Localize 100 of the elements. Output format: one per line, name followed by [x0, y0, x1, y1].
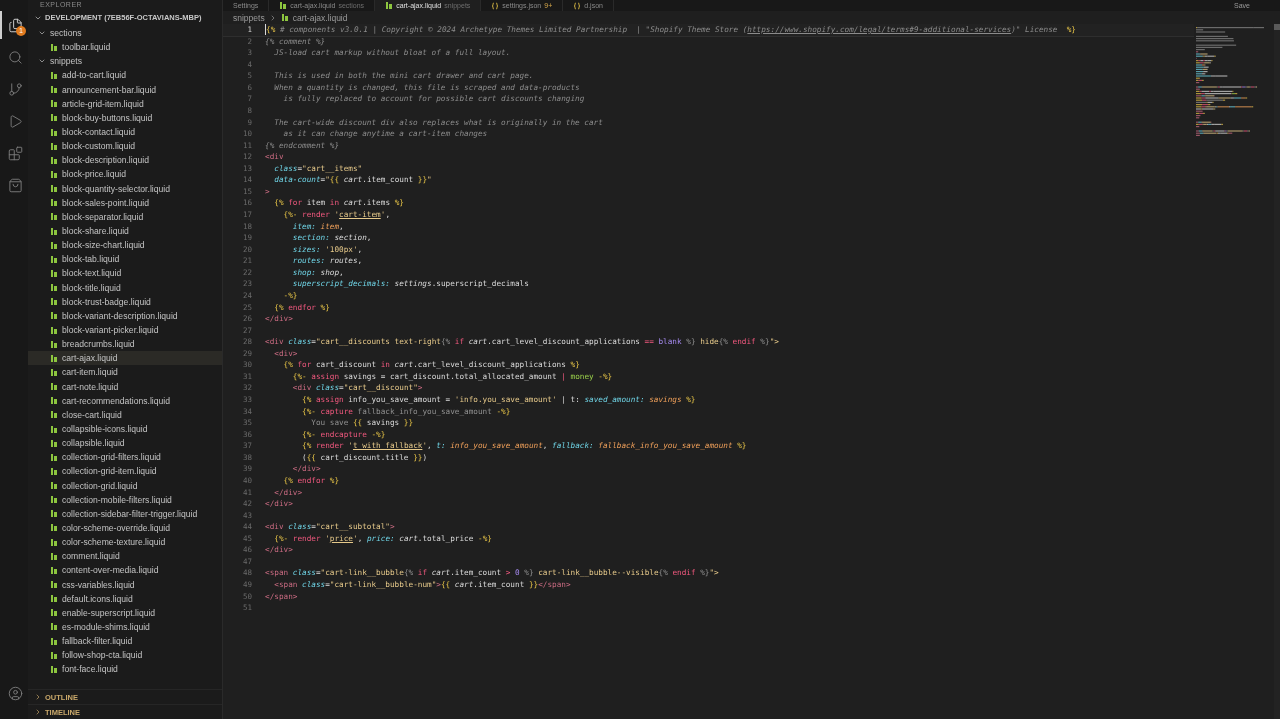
file-icon — [50, 311, 58, 321]
file-item[interactable]: announcement-bar.liquid — [28, 82, 222, 97]
blocks-icon — [7, 145, 23, 161]
file-icon — [50, 268, 58, 278]
breadcrumb-item[interactable]: cart-ajax.liquid — [292, 12, 348, 23]
file-icon — [280, 13, 289, 22]
file-icon — [50, 636, 58, 646]
file-icon — [50, 254, 58, 264]
file-icon — [50, 622, 58, 632]
file-item[interactable]: block-description.liquid — [28, 153, 222, 168]
file-item[interactable]: enable-superscript.liquid — [28, 605, 222, 620]
file-icon — [50, 650, 58, 660]
file-item[interactable]: block-size-chart.liquid — [28, 238, 222, 253]
play-icon — [7, 113, 23, 129]
file-icon — [50, 438, 58, 448]
file-icon — [50, 240, 58, 250]
braces-icon — [491, 1, 500, 10]
file-item[interactable]: collapsible.liquid — [28, 436, 222, 451]
file-item[interactable]: add-to-cart.liquid — [28, 68, 222, 83]
file-item[interactable]: collection-grid-item.liquid — [28, 464, 222, 479]
file-item[interactable]: collection-grid-filters.liquid — [28, 450, 222, 465]
file-item[interactable]: cart-recommendations.liquid — [28, 393, 222, 408]
file-item[interactable]: cart-ajax.liquid — [28, 351, 222, 366]
file-item[interactable]: close-cart.liquid — [28, 407, 222, 422]
file-item[interactable]: block-custom.liquid — [28, 139, 222, 154]
file-icon — [50, 410, 58, 420]
file-item[interactable]: block-price.liquid — [28, 167, 222, 182]
breadcrumb-item[interactable]: snippets — [233, 12, 265, 23]
file-icon — [50, 184, 58, 194]
file-icon — [50, 551, 58, 561]
file-item[interactable]: breadcrumbs.liquid — [28, 337, 222, 352]
file-item[interactable]: block-sales-point.liquid — [28, 195, 222, 210]
file-item[interactable]: css-variables.liquid — [28, 577, 222, 592]
file-icon — [279, 1, 288, 10]
file-item[interactable]: toolbar.liquid — [28, 40, 222, 55]
file-item[interactable]: block-quantity-selector.liquid — [28, 181, 222, 196]
file-item[interactable]: default.icons.liquid — [28, 591, 222, 606]
file-item[interactable]: cart-item.liquid — [28, 365, 222, 380]
file-item[interactable]: collapsible-icons.liquid — [28, 421, 222, 437]
search-icon — [7, 49, 23, 65]
file-item[interactable]: block-variant-picker.liquid — [28, 322, 222, 338]
file-icon — [50, 297, 58, 307]
file-item[interactable]: block-variant-description.liquid — [28, 308, 222, 323]
file-item[interactable]: block-text.liquid — [28, 266, 222, 281]
file-icon — [50, 452, 58, 462]
file-icon — [50, 113, 58, 123]
file-icon — [50, 339, 58, 349]
text-cursor — [265, 24, 266, 35]
file-icon — [50, 99, 58, 109]
file-icon — [50, 85, 58, 95]
file-icon — [50, 212, 58, 222]
file-item[interactable]: color-scheme-texture.liquid — [28, 535, 222, 550]
file-icon — [50, 509, 58, 519]
file-icon — [50, 155, 58, 165]
file-icon — [50, 594, 58, 604]
file-item[interactable]: es-module-shims.liquid — [28, 619, 222, 635]
folder-item[interactable]: sections — [28, 26, 222, 41]
file-icon — [50, 325, 58, 335]
file-item[interactable]: color-scheme-override.liquid — [28, 520, 222, 536]
file-icon — [50, 169, 58, 179]
file-item[interactable]: collection-grid.liquid — [28, 478, 222, 493]
branch-icon — [7, 81, 23, 97]
file-icon — [50, 396, 58, 406]
file-item[interactable]: block-tab.liquid — [28, 252, 222, 267]
file-item[interactable]: block-buy-buttons.liquid — [28, 110, 222, 125]
file-icon — [50, 466, 58, 476]
file-icon — [50, 495, 58, 505]
file-icon — [50, 71, 58, 80]
file-item[interactable]: block-share.liquid — [28, 223, 222, 239]
account-icon — [7, 685, 23, 701]
file-icon — [50, 367, 58, 377]
file-icon — [50, 42, 58, 52]
file-icon — [50, 382, 58, 392]
scrollbar[interactable] — [1274, 24, 1280, 719]
file-item[interactable]: block-separator.liquid — [28, 209, 222, 224]
file-icon — [50, 283, 58, 293]
file-item[interactable]: content-over-media.liquid — [28, 563, 222, 578]
file-item[interactable]: article-grid-item.liquid — [28, 96, 222, 111]
file-item[interactable]: block-title.liquid — [28, 280, 222, 295]
bag-icon — [7, 177, 23, 193]
file-item[interactable]: comment.liquid — [28, 549, 222, 564]
file-icon — [50, 608, 58, 618]
braces-icon — [573, 1, 582, 10]
file-icon — [50, 537, 58, 547]
file-icon — [50, 424, 58, 434]
file-icon — [50, 523, 58, 533]
file-item[interactable]: block-contact.liquid — [28, 125, 222, 140]
file-icon — [385, 1, 394, 10]
file-item[interactable]: collection-mobile-filters.liquid — [28, 492, 222, 507]
file-item[interactable]: collection-sidebar-filter-trigger.liquid — [28, 506, 222, 521]
file-icon — [50, 565, 58, 575]
folder-item[interactable]: snippets — [28, 54, 222, 69]
files-icon — [7, 17, 23, 33]
file-item[interactable]: fallback-filter.liquid — [28, 634, 222, 649]
file-item[interactable]: font-face.liquid — [28, 662, 222, 677]
file-icon — [50, 198, 58, 208]
file-icon — [50, 141, 58, 151]
file-item[interactable]: block-trust-badge.liquid — [28, 294, 222, 309]
file-item[interactable]: cart-note.liquid — [28, 379, 222, 394]
file-item[interactable]: follow-shop-cta.liquid — [28, 648, 222, 663]
